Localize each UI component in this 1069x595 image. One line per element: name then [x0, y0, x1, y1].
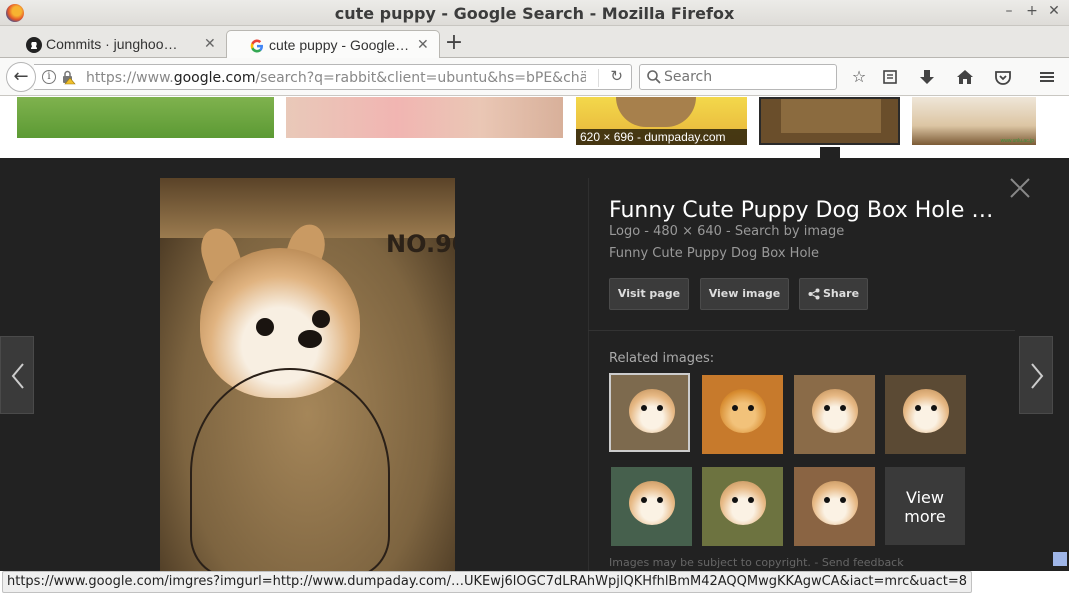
view-more-button[interactable]: View more	[885, 467, 965, 545]
insecure-lock-icon[interactable]	[60, 69, 76, 85]
maximize-button[interactable]: +	[1022, 3, 1042, 19]
thumbnail-caption: 620 × 696 - dumpaday.com	[576, 129, 747, 145]
bookmark-star-icon[interactable]: ☆	[848, 66, 870, 88]
url-separator	[598, 69, 599, 87]
share-icon	[808, 288, 820, 300]
dog-eye	[312, 310, 330, 328]
copyright-note[interactable]: Images may be subject to copyright. - Se…	[609, 556, 904, 569]
puppy-face	[629, 389, 675, 433]
github-icon	[26, 37, 42, 53]
next-image-button[interactable]	[1019, 336, 1053, 414]
image-description: Funny Cute Puppy Dog Box Hole	[609, 246, 820, 261]
google-icon	[250, 39, 263, 53]
back-button[interactable]: ←	[6, 62, 36, 92]
panel-separator	[588, 330, 1015, 331]
related-image[interactable]	[611, 467, 692, 546]
search-input[interactable]	[664, 69, 832, 85]
menu-icon[interactable]	[1036, 66, 1058, 88]
chevron-left-icon	[11, 363, 24, 389]
tab-label: cute puppy - Google…	[269, 37, 410, 53]
reading-list-icon[interactable]	[879, 66, 901, 88]
dog-nose	[298, 330, 322, 348]
chevron-right-icon	[1031, 363, 1044, 389]
downloads-icon[interactable]	[916, 66, 938, 88]
puppy-face	[629, 481, 675, 525]
result-thumbnail-puppies[interactable]	[286, 97, 563, 138]
box-label: NO.90	[386, 230, 455, 258]
close-tab-icon[interactable]: ✕	[417, 36, 429, 53]
window-title: cute puppy - Google Search - Mozilla Fir…	[334, 4, 735, 23]
search-icon	[647, 70, 661, 84]
thumbnail-dog-image	[616, 97, 696, 127]
image-title[interactable]: Funny Cute Puppy Dog Box Hole …	[609, 198, 1009, 223]
dog-eye	[256, 318, 274, 336]
pocket-icon[interactable]	[992, 66, 1014, 88]
url-bar[interactable]: i https://www.google.com/search?q=rabbit…	[34, 64, 632, 90]
related-images-heading: Related images:	[609, 351, 715, 366]
result-thumbnail-dog[interactable]: www.unlu.ac.jp	[912, 97, 1036, 145]
close-tab-icon[interactable]: ✕	[204, 35, 216, 52]
page-content: 620 × 696 - dumpaday.com www.unlu.ac.jp …	[0, 97, 1069, 571]
scrollbar-thumb[interactable]	[1053, 552, 1067, 566]
share-button[interactable]: Share	[799, 278, 868, 310]
related-image[interactable]	[702, 375, 783, 454]
image-meta[interactable]: Logo - 480 × 640 - Search by image	[609, 224, 844, 239]
thumbnail-watermark: www.unlu.ac.jp	[1000, 138, 1034, 144]
puppy-face	[720, 481, 766, 525]
image-preview-panel: NO.90 Funny Cute Puppy Dog Box Hole … L	[0, 158, 1069, 571]
reload-icon[interactable]: ↻	[610, 67, 623, 85]
related-image[interactable]	[609, 373, 690, 452]
info-icon[interactable]: i	[42, 70, 56, 84]
visit-page-button[interactable]: Visit page	[609, 278, 689, 310]
result-thumbnail-selected[interactable]	[759, 97, 900, 145]
close-window-button[interactable]: ✕	[1044, 3, 1064, 19]
main-preview-image[interactable]: NO.90	[160, 178, 455, 571]
share-label: Share	[822, 287, 860, 300]
minimize-button[interactable]: –	[999, 3, 1019, 19]
previous-image-button[interactable]	[0, 336, 34, 414]
result-thumbnail-grass[interactable]	[17, 97, 274, 138]
view-image-button[interactable]: View image	[700, 278, 789, 310]
home-icon[interactable]	[954, 66, 976, 88]
related-image[interactable]	[702, 467, 783, 546]
puppy-face	[812, 481, 858, 525]
thumbnail-box-image	[781, 99, 881, 133]
puppy-face	[720, 389, 766, 433]
related-image[interactable]	[885, 375, 966, 454]
status-bar: https://www.google.com/imgres?imgurl=htt…	[2, 571, 973, 593]
related-image[interactable]	[794, 375, 875, 454]
search-bar[interactable]	[639, 64, 837, 90]
drawn-body-outline	[190, 368, 390, 571]
tab-cute-puppy[interactable]: cute puppy - Google… ✕	[226, 30, 440, 58]
puppy-face	[812, 389, 858, 433]
panel-divider	[588, 178, 589, 571]
url-text[interactable]: https://www.google.com/search?q=rabbit&c…	[86, 70, 586, 86]
result-thumbnail-dumpaday[interactable]: 620 × 696 - dumpaday.com	[576, 97, 747, 145]
tab-strip: Commits · junghoo… ✕ cute puppy - Google…	[0, 26, 1069, 58]
tab-label: Commits · junghoo…	[46, 36, 178, 52]
title-bar: cute puppy - Google Search - Mozilla Fir…	[0, 0, 1069, 26]
view-more-label: View	[906, 488, 944, 507]
related-image[interactable]	[794, 467, 875, 546]
close-icon[interactable]	[1008, 176, 1032, 200]
tab-github-commits[interactable]: Commits · junghoo… ✕	[4, 30, 222, 58]
navigation-bar: i https://www.google.com/search?q=rabbit…	[0, 58, 1069, 96]
new-tab-button[interactable]: +	[444, 30, 464, 55]
puppy-face	[903, 389, 949, 433]
view-more-label: more	[904, 507, 946, 526]
